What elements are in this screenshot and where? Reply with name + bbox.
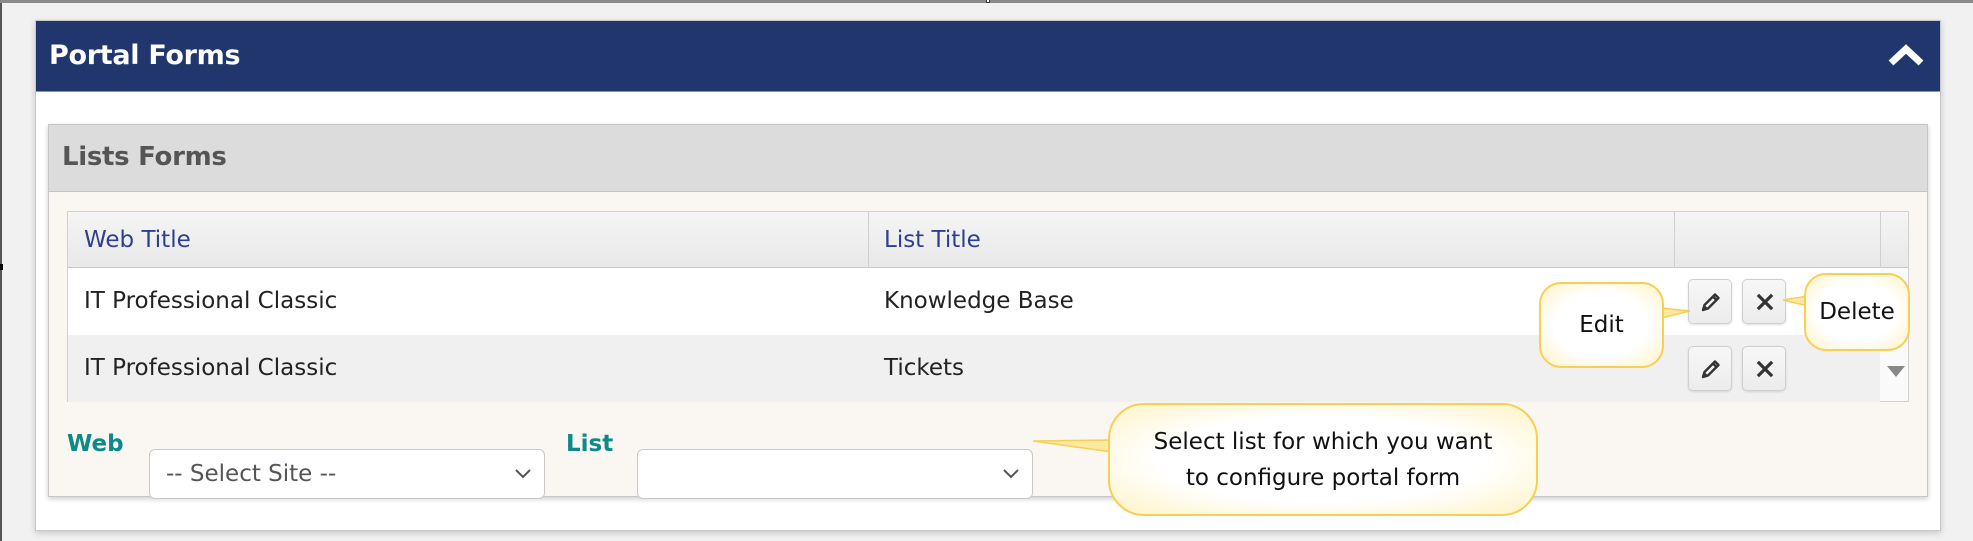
select-list-callout: Select list for which you want to config… — [1108, 403, 1538, 516]
edit-callout-text: Edit — [1579, 312, 1624, 338]
delete-callout: Delete — [1804, 273, 1910, 351]
delete-callout-text: Delete — [1819, 299, 1895, 325]
edit-callout: Edit — [1539, 282, 1664, 368]
select-list-callout-line2: to configure portal form — [1185, 464, 1461, 491]
select-list-callout-pointer — [1032, 439, 1113, 453]
callout-pointers — [1032, 295, 1809, 453]
select-list-callout-line1: Select list for which you want — [1153, 428, 1493, 455]
edit-callout-pointer — [1660, 307, 1691, 319]
